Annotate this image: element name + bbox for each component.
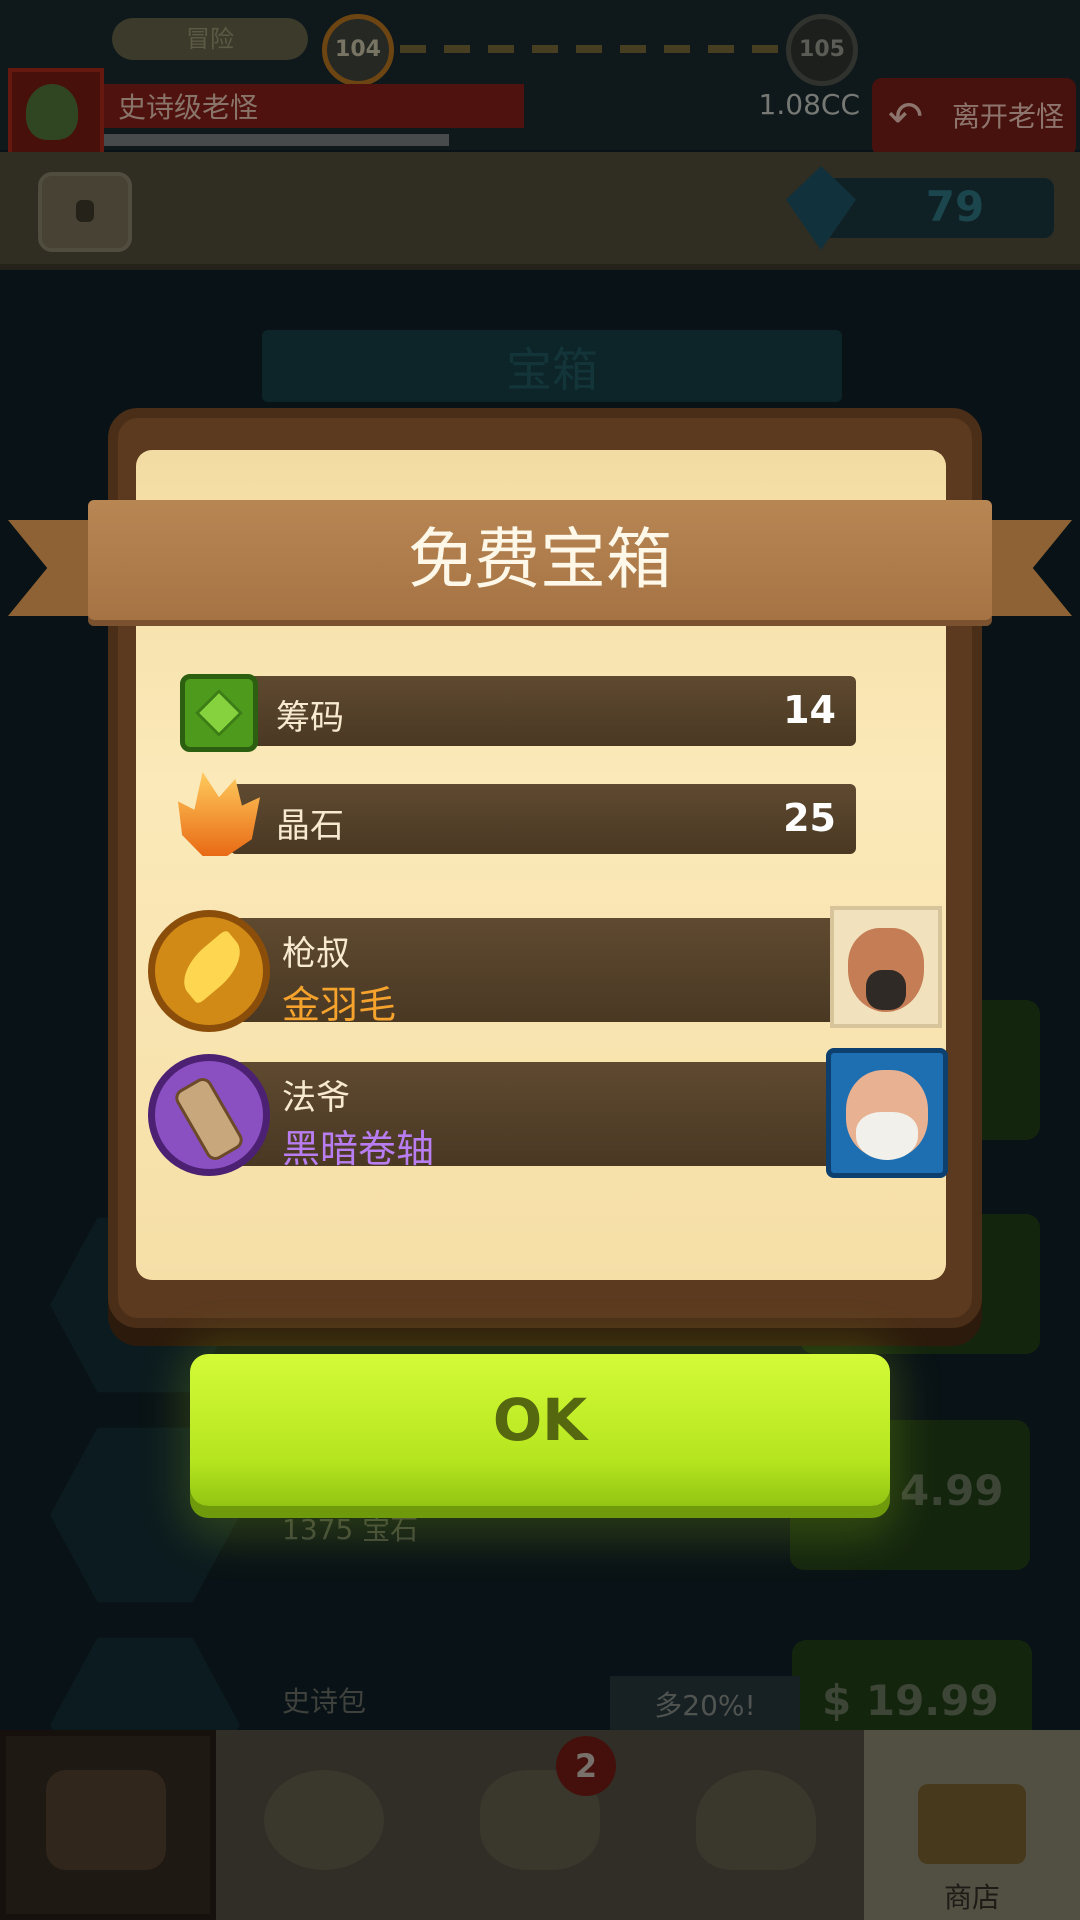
reward-value: 25 bbox=[783, 796, 836, 840]
reward-label: 晶石 bbox=[276, 806, 344, 846]
ok-button-label: OK bbox=[492, 1386, 588, 1454]
hero-name: 法爷 bbox=[282, 1078, 350, 1118]
hero-beard bbox=[856, 1112, 918, 1160]
hero-reward-item: 黑暗卷轴 bbox=[282, 1127, 435, 1171]
reward-label: 筹码 bbox=[276, 698, 344, 738]
hero-reward-item: 金羽毛 bbox=[282, 983, 397, 1027]
reward-value: 14 bbox=[783, 688, 836, 732]
hero-name: 枪叔 bbox=[282, 934, 350, 974]
chip-icon bbox=[180, 674, 258, 752]
scroll-icon bbox=[148, 1054, 270, 1176]
dialog-title: 免费宝箱 bbox=[408, 521, 672, 598]
feather-icon bbox=[148, 910, 270, 1032]
hero-beard bbox=[866, 970, 906, 1010]
